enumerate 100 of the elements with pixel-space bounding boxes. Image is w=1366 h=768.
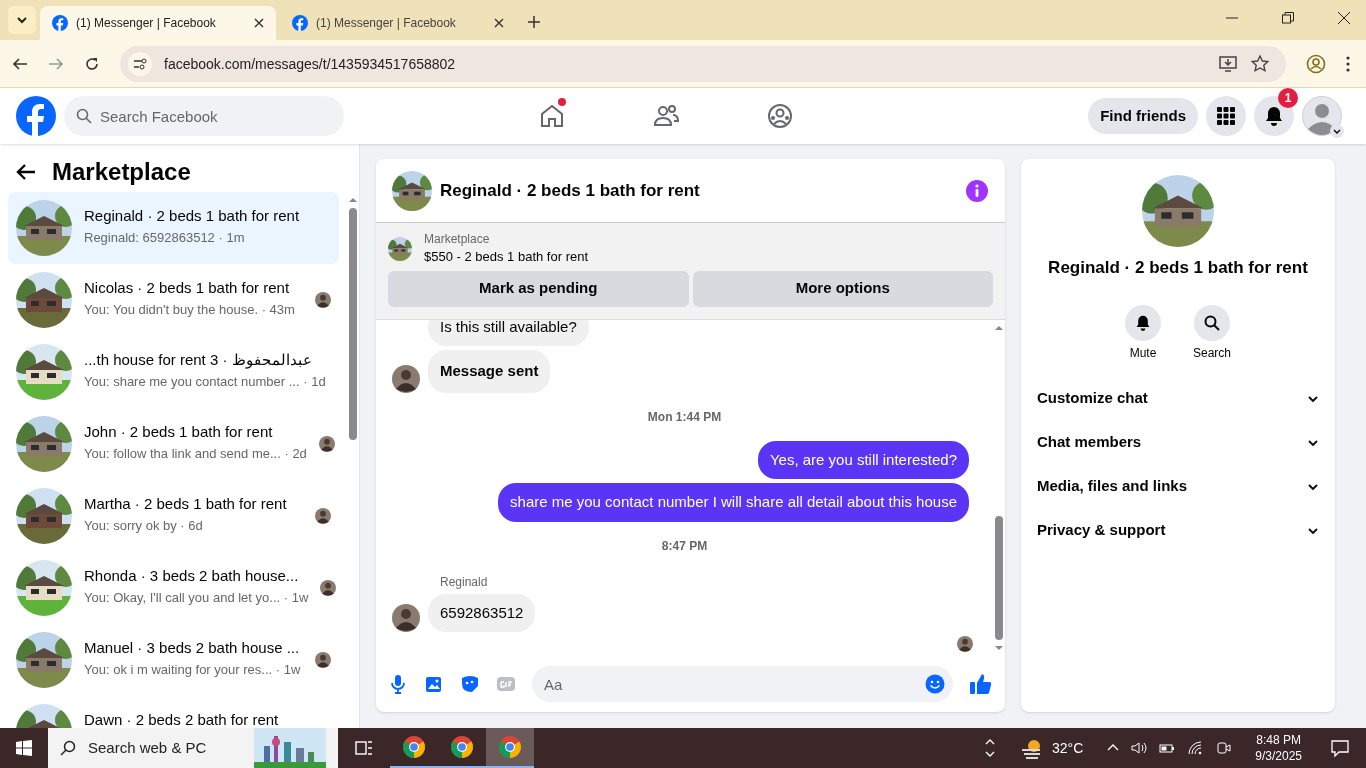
scrollbar-thumb[interactable] (349, 208, 357, 440)
url-text: facebook.com/messages/t/1435934517658802 (164, 54, 457, 74)
chat-title: Reginald · 2 beds 1 bath for rent (440, 179, 701, 202)
scroll-down-icon[interactable] (995, 644, 1003, 652)
avatar (315, 652, 331, 668)
restore-icon[interactable] (1282, 12, 1294, 24)
listing-action-button[interactable]: More options (692, 270, 993, 307)
message-preview: You: sorry ok by (84, 518, 177, 533)
microphone-icon[interactable] (388, 674, 408, 694)
scrollbar-thumb[interactable] (995, 516, 1003, 640)
section-header[interactable]: Media, files and links (1029, 464, 1327, 509)
facebook-logo[interactable] (292, 15, 308, 31)
timestamp: Mon 1:44 PM (647, 408, 722, 425)
photo-icon[interactable] (424, 674, 444, 694)
thumbs-up-icon[interactable] (969, 672, 993, 696)
message-time: · 43m (261, 302, 295, 317)
section-header[interactable]: Chat members (1029, 420, 1327, 465)
sticker-icon[interactable] (460, 674, 480, 694)
close-icon[interactable] (254, 18, 264, 28)
task-view-icon[interactable] (354, 738, 374, 758)
chat-name: Reginald · 2 beds 1 bath for rent (1048, 257, 1308, 279)
scroll-up-icon[interactable] (995, 323, 1003, 332)
conversation-title: Dawn · 2 beds 2 bath for rent (84, 710, 280, 728)
conversation-item[interactable]: Reginald · 2 beds 1 bath for rent Reginald: 6592863512 · 1m (8, 192, 339, 264)
install-icon[interactable] (1218, 53, 1238, 74)
site-settings-icon[interactable] (128, 51, 152, 76)
temperature[interactable]: 32°C (1052, 738, 1084, 758)
notification-badge: 1 (1278, 88, 1298, 108)
section-header[interactable]: Customize chat (1029, 376, 1327, 421)
caret-icon[interactable] (1330, 124, 1344, 138)
facebook-logo[interactable] (16, 96, 56, 136)
sent-message: share me you contact number I will share all detail about this house (498, 483, 969, 522)
tab-list-button[interactable] (8, 6, 36, 34)
find-friends-button[interactable]: Find friends (1088, 98, 1198, 134)
address-bar[interactable]: facebook.com/messages/t/1435934517658802 (120, 45, 1286, 82)
message-preview: You: You didn't buy the house. (84, 302, 259, 317)
search-icon (60, 740, 76, 756)
browser-tab[interactable]: (1) Messenger | Facebook (280, 6, 516, 40)
chrome-icon (498, 735, 522, 759)
received-message: Is this still available? (428, 319, 589, 346)
forward-icon[interactable] (48, 55, 64, 72)
back-icon[interactable] (12, 55, 28, 72)
conversation-item[interactable]: Rhonda · 3 beds 2 bath house... You: Okay, I'll call you and let yo... · 1w (8, 552, 339, 624)
chat-action-button[interactable] (1194, 304, 1230, 341)
conversation-item[interactable]: Martha · 2 beds 1 bath for rent You: sorry ok by · 6d (8, 480, 339, 552)
reload-icon[interactable] (84, 55, 100, 72)
avatar (318, 436, 335, 452)
star-icon[interactable] (1250, 53, 1270, 74)
menu-button[interactable] (1206, 96, 1246, 136)
message-preview: Reginald: 6592863512 (84, 230, 215, 245)
message-time: · 1m (218, 230, 245, 245)
new-tab-icon[interactable] (528, 16, 540, 28)
conversation-item[interactable]: Nicolas · 2 beds 1 bath for rent You: You didn't buy the house. · 43m (8, 264, 339, 336)
sent-message: Yes, are you still interested? (757, 440, 969, 479)
facebook-logo[interactable] (52, 15, 68, 31)
conversation-title: John · 2 beds 1 bath for rent (84, 422, 274, 442)
info-icon[interactable] (965, 178, 989, 203)
search-field[interactable]: Search Facebook (64, 96, 344, 136)
groups-icon[interactable] (766, 102, 795, 130)
message-preview: You: ok i m waiting for your res... (84, 662, 273, 677)
windows-icon (16, 740, 32, 756)
chat-action-button[interactable] (1125, 304, 1161, 341)
browser-tab[interactable]: (1) Messenger | Facebook (40, 6, 276, 40)
close-icon[interactable] (494, 18, 504, 28)
message-time: · 6d (180, 518, 203, 533)
action-label: Search (1193, 344, 1231, 361)
message-input[interactable]: Aa (532, 666, 953, 702)
listing-action-button[interactable]: Mark as pending (388, 270, 689, 307)
avatar (392, 604, 420, 632)
emoji-icon[interactable] (925, 674, 945, 694)
received-message: Message sent (428, 350, 551, 393)
profile-icon[interactable] (1306, 53, 1326, 74)
conversation-item[interactable]: John · 2 beds 1 bath for rent You: follow tha link and send me... · 2d (8, 408, 339, 480)
section-header[interactable]: Privacy & support (1029, 508, 1327, 553)
speaker-icon[interactable] (1131, 740, 1148, 756)
meet-icon[interactable] (1215, 740, 1232, 756)
avatar (315, 508, 331, 524)
message-time: · 1w (283, 590, 309, 605)
clock[interactable]: 8:48 PM 9/3/2025 (1255, 732, 1302, 764)
avatar (320, 580, 337, 596)
taskbar-search[interactable]: Search web & PC (48, 728, 338, 768)
notification-center-icon[interactable] (1330, 738, 1350, 758)
message-time: · 1d (303, 374, 326, 389)
message-preview: You: Okay, I'll call you and let yo... (84, 590, 281, 605)
back-arrow-icon[interactable] (16, 162, 36, 182)
conversation-title: Martha · 2 beds 1 bath for rent (84, 494, 288, 514)
conversation-item[interactable]: Manuel · 3 beds 2 bath house ... You: ok i m waiting for your res... · 1w (8, 624, 339, 696)
sidebar-title: Marketplace (52, 157, 191, 187)
wifi-icon[interactable] (1187, 740, 1204, 756)
bell-icon (1135, 314, 1151, 331)
action-label: Mute (1129, 344, 1157, 361)
caret-icon (16, 14, 28, 26)
scroll-up-icon[interactable] (349, 196, 357, 204)
timestamp: 8:47 PM (661, 537, 708, 554)
message-preview: You: share me you contact number ... (84, 374, 300, 389)
listing-label: Marketplace (424, 231, 491, 247)
menu-icon[interactable] (1346, 55, 1350, 72)
close-icon[interactable] (1338, 12, 1350, 24)
conversation-title: Rhonda · 3 beds 2 bath house... (84, 566, 300, 586)
search-icon (1204, 314, 1220, 331)
